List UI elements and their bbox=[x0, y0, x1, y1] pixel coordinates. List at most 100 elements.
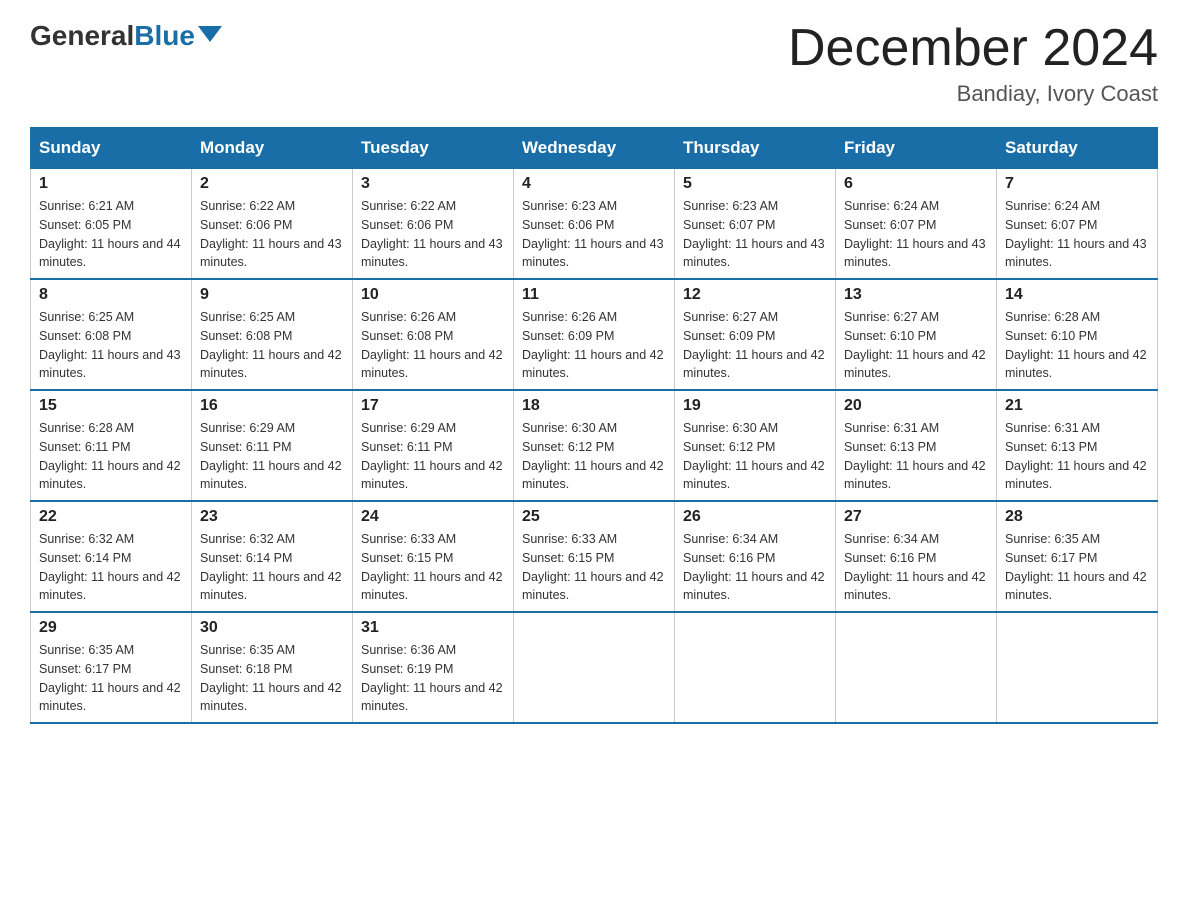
day-number: 22 bbox=[39, 508, 183, 526]
day-info: Sunrise: 6:32 AM Sunset: 6:14 PM Dayligh… bbox=[39, 530, 183, 605]
calendar-day-cell: 23 Sunrise: 6:32 AM Sunset: 6:14 PM Dayl… bbox=[192, 501, 353, 612]
page-header: General Blue December 2024 Bandiay, Ivor… bbox=[30, 20, 1158, 107]
month-title: December 2024 bbox=[788, 20, 1158, 77]
calendar-day-cell bbox=[836, 612, 997, 723]
calendar-day-cell: 4 Sunrise: 6:23 AM Sunset: 6:06 PM Dayli… bbox=[514, 169, 675, 280]
day-info: Sunrise: 6:28 AM Sunset: 6:11 PM Dayligh… bbox=[39, 419, 183, 494]
day-info: Sunrise: 6:26 AM Sunset: 6:08 PM Dayligh… bbox=[361, 308, 505, 383]
day-number: 26 bbox=[683, 508, 827, 526]
calendar-day-cell: 21 Sunrise: 6:31 AM Sunset: 6:13 PM Dayl… bbox=[997, 390, 1158, 501]
day-info: Sunrise: 6:25 AM Sunset: 6:08 PM Dayligh… bbox=[200, 308, 344, 383]
day-number: 1 bbox=[39, 175, 183, 193]
day-number: 31 bbox=[361, 619, 505, 637]
day-info: Sunrise: 6:21 AM Sunset: 6:05 PM Dayligh… bbox=[39, 197, 183, 272]
calendar-day-cell: 1 Sunrise: 6:21 AM Sunset: 6:05 PM Dayli… bbox=[31, 169, 192, 280]
day-info: Sunrise: 6:22 AM Sunset: 6:06 PM Dayligh… bbox=[200, 197, 344, 272]
day-number: 20 bbox=[844, 397, 988, 415]
logo-general-text: General bbox=[30, 20, 134, 52]
day-number: 4 bbox=[522, 175, 666, 193]
calendar-day-cell: 9 Sunrise: 6:25 AM Sunset: 6:08 PM Dayli… bbox=[192, 279, 353, 390]
column-header-sunday: Sunday bbox=[31, 128, 192, 169]
day-number: 25 bbox=[522, 508, 666, 526]
day-number: 6 bbox=[844, 175, 988, 193]
calendar-header-row: SundayMondayTuesdayWednesdayThursdayFrid… bbox=[31, 128, 1158, 169]
calendar-day-cell bbox=[514, 612, 675, 723]
day-info: Sunrise: 6:22 AM Sunset: 6:06 PM Dayligh… bbox=[361, 197, 505, 272]
day-number: 10 bbox=[361, 286, 505, 304]
calendar-day-cell: 5 Sunrise: 6:23 AM Sunset: 6:07 PM Dayli… bbox=[675, 169, 836, 280]
calendar-day-cell: 18 Sunrise: 6:30 AM Sunset: 6:12 PM Dayl… bbox=[514, 390, 675, 501]
calendar-week-row: 22 Sunrise: 6:32 AM Sunset: 6:14 PM Dayl… bbox=[31, 501, 1158, 612]
calendar-day-cell: 17 Sunrise: 6:29 AM Sunset: 6:11 PM Dayl… bbox=[353, 390, 514, 501]
title-area: December 2024 Bandiay, Ivory Coast bbox=[788, 20, 1158, 107]
column-header-tuesday: Tuesday bbox=[353, 128, 514, 169]
day-info: Sunrise: 6:32 AM Sunset: 6:14 PM Dayligh… bbox=[200, 530, 344, 605]
logo-blue-text: Blue bbox=[134, 20, 195, 52]
location-label: Bandiay, Ivory Coast bbox=[788, 81, 1158, 107]
day-info: Sunrise: 6:35 AM Sunset: 6:17 PM Dayligh… bbox=[39, 641, 183, 716]
column-header-friday: Friday bbox=[836, 128, 997, 169]
day-info: Sunrise: 6:31 AM Sunset: 6:13 PM Dayligh… bbox=[1005, 419, 1149, 494]
day-number: 9 bbox=[200, 286, 344, 304]
day-info: Sunrise: 6:33 AM Sunset: 6:15 PM Dayligh… bbox=[361, 530, 505, 605]
day-info: Sunrise: 6:35 AM Sunset: 6:18 PM Dayligh… bbox=[200, 641, 344, 716]
day-number: 7 bbox=[1005, 175, 1149, 193]
calendar-day-cell bbox=[997, 612, 1158, 723]
column-header-thursday: Thursday bbox=[675, 128, 836, 169]
calendar-day-cell: 24 Sunrise: 6:33 AM Sunset: 6:15 PM Dayl… bbox=[353, 501, 514, 612]
day-info: Sunrise: 6:26 AM Sunset: 6:09 PM Dayligh… bbox=[522, 308, 666, 383]
day-info: Sunrise: 6:27 AM Sunset: 6:09 PM Dayligh… bbox=[683, 308, 827, 383]
day-number: 15 bbox=[39, 397, 183, 415]
calendar-day-cell: 19 Sunrise: 6:30 AM Sunset: 6:12 PM Dayl… bbox=[675, 390, 836, 501]
calendar-day-cell: 12 Sunrise: 6:27 AM Sunset: 6:09 PM Dayl… bbox=[675, 279, 836, 390]
day-info: Sunrise: 6:23 AM Sunset: 6:06 PM Dayligh… bbox=[522, 197, 666, 272]
calendar-day-cell: 15 Sunrise: 6:28 AM Sunset: 6:11 PM Dayl… bbox=[31, 390, 192, 501]
day-info: Sunrise: 6:34 AM Sunset: 6:16 PM Dayligh… bbox=[844, 530, 988, 605]
day-number: 14 bbox=[1005, 286, 1149, 304]
day-number: 16 bbox=[200, 397, 344, 415]
day-number: 2 bbox=[200, 175, 344, 193]
day-number: 8 bbox=[39, 286, 183, 304]
day-info: Sunrise: 6:24 AM Sunset: 6:07 PM Dayligh… bbox=[1005, 197, 1149, 272]
calendar-day-cell: 16 Sunrise: 6:29 AM Sunset: 6:11 PM Dayl… bbox=[192, 390, 353, 501]
column-header-saturday: Saturday bbox=[997, 128, 1158, 169]
day-number: 18 bbox=[522, 397, 666, 415]
day-number: 28 bbox=[1005, 508, 1149, 526]
day-info: Sunrise: 6:30 AM Sunset: 6:12 PM Dayligh… bbox=[683, 419, 827, 494]
day-info: Sunrise: 6:33 AM Sunset: 6:15 PM Dayligh… bbox=[522, 530, 666, 605]
calendar-week-row: 8 Sunrise: 6:25 AM Sunset: 6:08 PM Dayli… bbox=[31, 279, 1158, 390]
day-number: 24 bbox=[361, 508, 505, 526]
calendar-day-cell: 8 Sunrise: 6:25 AM Sunset: 6:08 PM Dayli… bbox=[31, 279, 192, 390]
day-number: 30 bbox=[200, 619, 344, 637]
day-info: Sunrise: 6:29 AM Sunset: 6:11 PM Dayligh… bbox=[200, 419, 344, 494]
calendar-day-cell: 13 Sunrise: 6:27 AM Sunset: 6:10 PM Dayl… bbox=[836, 279, 997, 390]
calendar-table: SundayMondayTuesdayWednesdayThursdayFrid… bbox=[30, 127, 1158, 724]
calendar-day-cell: 31 Sunrise: 6:36 AM Sunset: 6:19 PM Dayl… bbox=[353, 612, 514, 723]
day-info: Sunrise: 6:24 AM Sunset: 6:07 PM Dayligh… bbox=[844, 197, 988, 272]
day-info: Sunrise: 6:35 AM Sunset: 6:17 PM Dayligh… bbox=[1005, 530, 1149, 605]
calendar-day-cell: 28 Sunrise: 6:35 AM Sunset: 6:17 PM Dayl… bbox=[997, 501, 1158, 612]
day-number: 21 bbox=[1005, 397, 1149, 415]
calendar-day-cell: 7 Sunrise: 6:24 AM Sunset: 6:07 PM Dayli… bbox=[997, 169, 1158, 280]
day-number: 19 bbox=[683, 397, 827, 415]
calendar-week-row: 1 Sunrise: 6:21 AM Sunset: 6:05 PM Dayli… bbox=[31, 169, 1158, 280]
logo: General Blue bbox=[30, 20, 222, 52]
day-info: Sunrise: 6:29 AM Sunset: 6:11 PM Dayligh… bbox=[361, 419, 505, 494]
calendar-day-cell: 14 Sunrise: 6:28 AM Sunset: 6:10 PM Dayl… bbox=[997, 279, 1158, 390]
calendar-day-cell: 2 Sunrise: 6:22 AM Sunset: 6:06 PM Dayli… bbox=[192, 169, 353, 280]
calendar-day-cell: 22 Sunrise: 6:32 AM Sunset: 6:14 PM Dayl… bbox=[31, 501, 192, 612]
calendar-day-cell bbox=[675, 612, 836, 723]
calendar-day-cell: 3 Sunrise: 6:22 AM Sunset: 6:06 PM Dayli… bbox=[353, 169, 514, 280]
day-number: 29 bbox=[39, 619, 183, 637]
logo-triangle-icon bbox=[198, 26, 222, 42]
day-number: 17 bbox=[361, 397, 505, 415]
day-number: 13 bbox=[844, 286, 988, 304]
calendar-week-row: 15 Sunrise: 6:28 AM Sunset: 6:11 PM Dayl… bbox=[31, 390, 1158, 501]
calendar-day-cell: 30 Sunrise: 6:35 AM Sunset: 6:18 PM Dayl… bbox=[192, 612, 353, 723]
day-info: Sunrise: 6:27 AM Sunset: 6:10 PM Dayligh… bbox=[844, 308, 988, 383]
column-header-monday: Monday bbox=[192, 128, 353, 169]
calendar-week-row: 29 Sunrise: 6:35 AM Sunset: 6:17 PM Dayl… bbox=[31, 612, 1158, 723]
calendar-day-cell: 10 Sunrise: 6:26 AM Sunset: 6:08 PM Dayl… bbox=[353, 279, 514, 390]
day-number: 3 bbox=[361, 175, 505, 193]
day-number: 11 bbox=[522, 286, 666, 304]
